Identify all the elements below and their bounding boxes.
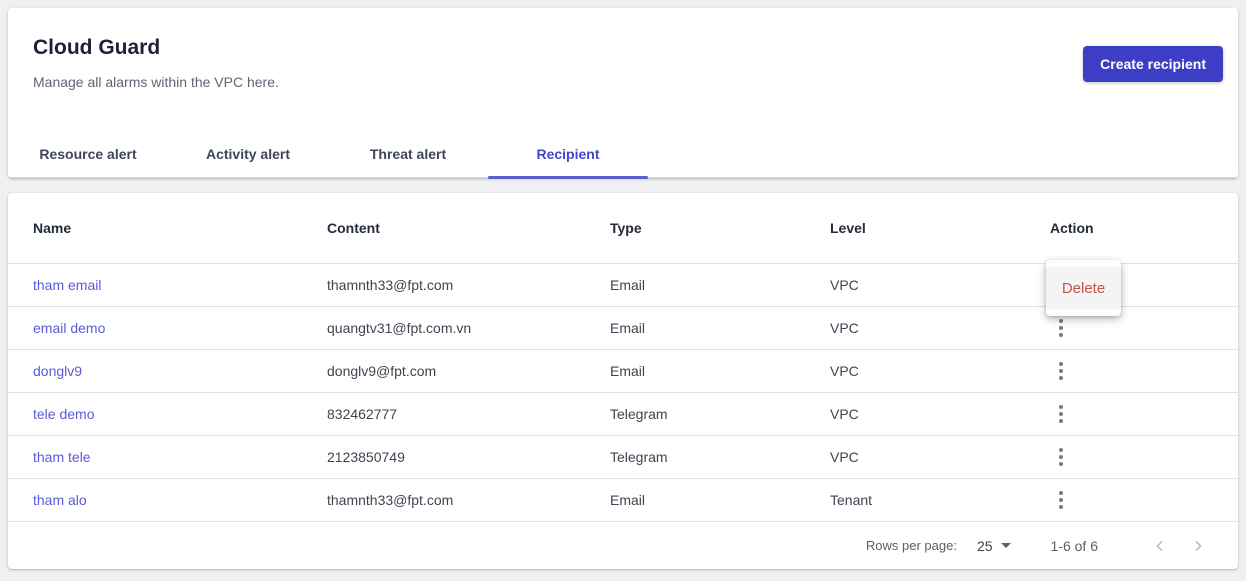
tab-recipient[interactable]: Recipient [488, 130, 648, 178]
recipient-type: Telegram [610, 449, 830, 465]
recipient-content: 832462777 [327, 406, 610, 422]
tab-threat-alert[interactable]: Threat alert [328, 130, 488, 178]
tab-label: Activity alert [206, 146, 290, 162]
rows-per-page-value: 25 [977, 538, 993, 554]
recipient-name-link[interactable]: tham alo [33, 492, 87, 508]
create-recipient-button[interactable]: Create recipient [1083, 46, 1223, 82]
recipient-level: VPC [830, 363, 1050, 379]
recipient-type: Email [610, 277, 830, 293]
table-row: tham alo thamnth33@fpt.com Email Tenant [8, 478, 1238, 521]
recipient-content: thamnth33@fpt.com [327, 492, 610, 508]
recipient-name-link[interactable]: tele demo [33, 406, 94, 422]
active-tab-indicator [488, 176, 648, 179]
recipient-type: Telegram [610, 406, 830, 422]
table-row: tele demo 832462777 Telegram VPC [8, 392, 1238, 435]
pagination-range-label: 1-6 of 6 [1051, 538, 1098, 554]
table-row: donglv9 donglv9@fpt.com Email VPC [8, 349, 1238, 392]
table-pagination-bar: Rows per page: 25 1-6 of 6 [8, 521, 1238, 569]
recipient-level: VPC [830, 277, 1050, 293]
recipient-name-link[interactable]: email demo [33, 320, 105, 336]
recipient-name-link[interactable]: tham tele [33, 449, 91, 465]
recipient-content: 2123850749 [327, 449, 610, 465]
page-title: Cloud Guard [33, 36, 160, 60]
column-header-content: Content [327, 220, 610, 236]
chevron-right-icon [1190, 538, 1206, 554]
rows-per-page-select[interactable]: 25 [977, 538, 1011, 554]
delete-menu-item[interactable]: Delete [1046, 267, 1121, 309]
recipient-content: thamnth33@fpt.com [327, 277, 610, 293]
recipient-name-link[interactable]: tham email [33, 277, 101, 293]
tab-label: Resource alert [39, 146, 136, 162]
column-header-level: Level [830, 220, 1050, 236]
table-header-row: Name Content Type Level Action [8, 193, 1238, 263]
tab-label: Threat alert [370, 146, 446, 162]
recipient-type: Email [610, 492, 830, 508]
row-action-menu: Delete [1046, 260, 1121, 316]
kebab-menu-icon[interactable] [1052, 401, 1070, 427]
page-subtitle: Manage all alarms within the VPC here. [33, 74, 279, 90]
recipient-level: VPC [830, 320, 1050, 336]
previous-page-button[interactable] [1146, 532, 1174, 560]
rows-per-page-label: Rows per page: [866, 538, 957, 553]
recipient-level: VPC [830, 406, 1050, 422]
kebab-menu-icon[interactable] [1052, 487, 1070, 513]
dropdown-caret-icon [1001, 543, 1011, 548]
tab-bar: Resource alert Activity alert Threat ale… [8, 130, 1238, 178]
recipient-type: Email [610, 363, 830, 379]
kebab-menu-icon[interactable] [1052, 358, 1070, 384]
column-header-name: Name [33, 220, 327, 236]
column-header-action: Action [1050, 220, 1238, 236]
recipient-type: Email [610, 320, 830, 336]
tab-activity-alert[interactable]: Activity alert [168, 130, 328, 178]
table-row: tham tele 2123850749 Telegram VPC [8, 435, 1238, 478]
recipient-table-card: Name Content Type Level Action tham emai… [8, 193, 1238, 569]
recipient-content: quangtv31@fpt.com.vn [327, 320, 610, 336]
recipient-level: VPC [830, 449, 1050, 465]
header-card: Cloud Guard Manage all alarms within the… [8, 8, 1238, 178]
recipient-level: Tenant [830, 492, 1050, 508]
recipient-content: donglv9@fpt.com [327, 363, 610, 379]
next-page-button[interactable] [1184, 532, 1212, 560]
column-header-type: Type [610, 220, 830, 236]
kebab-menu-icon[interactable] [1052, 315, 1070, 341]
tab-resource-alert[interactable]: Resource alert [8, 130, 168, 178]
recipient-name-link[interactable]: donglv9 [33, 363, 82, 379]
tab-label: Recipient [536, 146, 599, 162]
chevron-left-icon [1152, 538, 1168, 554]
kebab-menu-icon[interactable] [1052, 444, 1070, 470]
